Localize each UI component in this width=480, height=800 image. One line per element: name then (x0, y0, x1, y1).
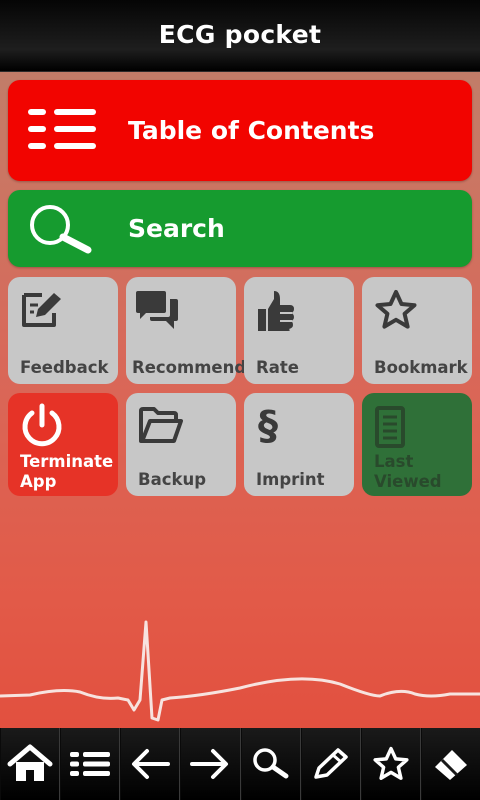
list-icon (28, 107, 98, 155)
bookmark-nav-button[interactable] (360, 728, 421, 800)
rate-tile[interactable]: Rate (244, 277, 354, 384)
contents-button[interactable] (60, 728, 121, 800)
svg-text:§: § (258, 403, 278, 447)
eraser-button[interactable] (420, 728, 480, 800)
ecg-waveform-decoration (0, 620, 480, 722)
recommend-tile[interactable]: Recommend (126, 277, 246, 384)
imprint-tile[interactable]: § Imprint (244, 393, 354, 496)
edit-note-icon (20, 289, 66, 333)
bottom-toolbar (0, 728, 480, 800)
title-bar: ECG pocket (0, 0, 480, 72)
star-icon (374, 289, 418, 335)
search-icon (252, 748, 290, 780)
search-label: Search (128, 214, 225, 243)
annotate-button[interactable] (300, 728, 361, 800)
backup-label: Backup (138, 470, 207, 489)
app-title: ECG pocket (158, 20, 322, 49)
rate-label: Rate (256, 358, 299, 377)
recommend-label: Recommend (132, 358, 247, 377)
document-icon (374, 405, 408, 453)
bookmark-tile[interactable]: Bookmark (362, 277, 472, 384)
backup-tile[interactable]: Backup (126, 393, 236, 496)
terminate-app-label: Terminate App (20, 452, 114, 491)
list-icon (70, 751, 111, 777)
feedback-tile[interactable]: Feedback (8, 277, 118, 384)
eraser-icon (432, 747, 470, 781)
last-viewed-tile[interactable]: Last Viewed (362, 393, 472, 496)
forward-button[interactable] (180, 728, 241, 800)
magnifier-icon (28, 204, 92, 258)
search-nav-button[interactable] (240, 728, 301, 800)
search-button[interactable]: Search (8, 190, 472, 267)
last-viewed-label: Last Viewed (374, 452, 442, 491)
terminate-app-tile[interactable]: Terminate App (8, 393, 118, 496)
arrow-left-icon (130, 748, 171, 780)
table-of-contents-label: Table of Contents (128, 116, 375, 145)
feedback-label: Feedback (20, 358, 109, 377)
paragraph-icon: § (256, 401, 286, 451)
table-of-contents-button[interactable]: Table of Contents (8, 80, 472, 181)
imprint-label: Imprint (256, 470, 325, 489)
folder-icon (138, 405, 184, 449)
thumbs-up-icon (256, 289, 296, 337)
home-button[interactable] (0, 728, 61, 800)
power-icon (20, 403, 64, 453)
arrow-right-icon (190, 748, 230, 780)
pencil-icon (312, 747, 350, 781)
bookmark-label: Bookmark (374, 358, 468, 377)
home-icon (7, 744, 53, 784)
back-button[interactable] (120, 728, 181, 800)
speech-bubbles-icon (134, 289, 180, 335)
star-icon (372, 746, 410, 782)
